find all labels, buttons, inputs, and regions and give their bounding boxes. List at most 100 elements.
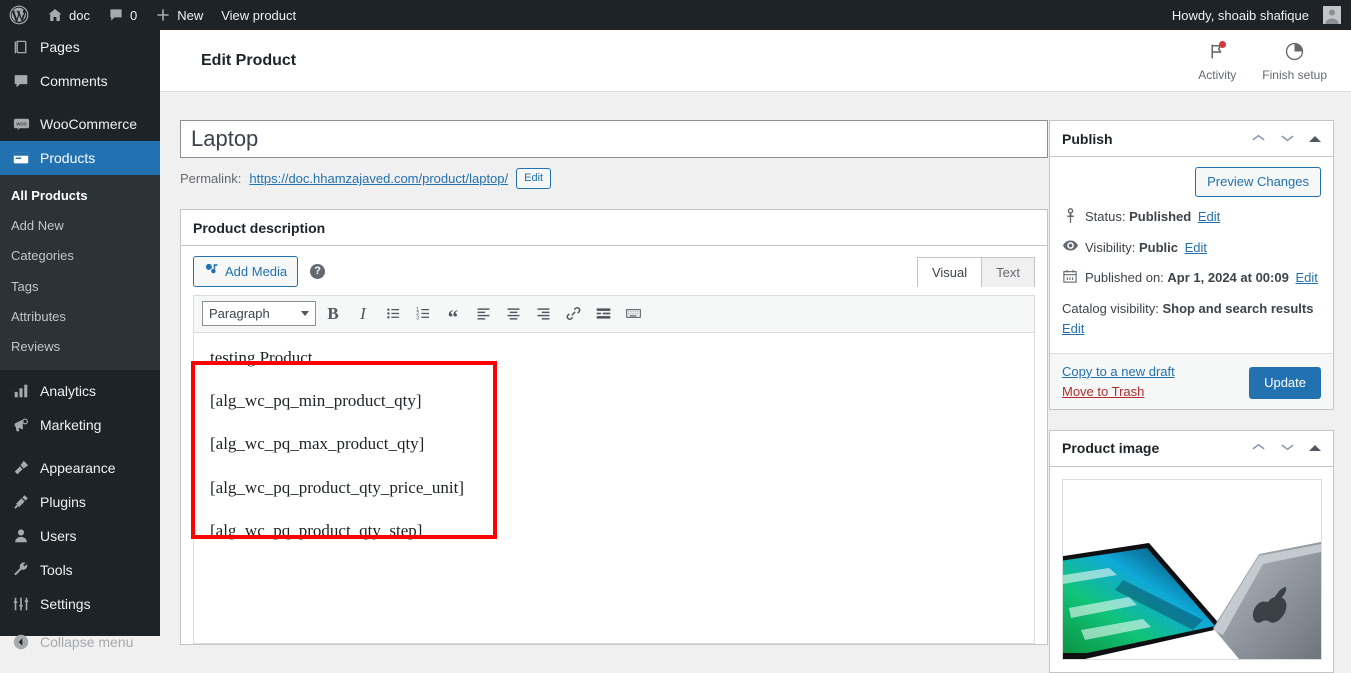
sidebar-item-settings[interactable]: Settings <box>0 587 160 621</box>
primary-column: Laptop Permalink: https://doc.hhamzajave… <box>180 92 1048 645</box>
product-image-thumbnail[interactable] <box>1062 478 1322 660</box>
move-to-trash-link[interactable]: Move to Trash <box>1062 384 1175 399</box>
svg-text:3: 3 <box>416 316 419 322</box>
comments-bubble-menu[interactable]: 0 <box>99 0 146 30</box>
paragraph-format-value: Paragraph <box>209 306 270 322</box>
edit-catalog-visibility-link[interactable]: Edit <box>1062 319 1321 339</box>
sidebar-item-products[interactable]: Products <box>0 141 160 175</box>
tab-text[interactable]: Text <box>981 257 1035 288</box>
add-media-label: Add Media <box>225 263 288 279</box>
product-description-header: Product description <box>181 210 1047 247</box>
sidebar-item-reviews[interactable]: Reviews <box>0 332 160 362</box>
sidebar-item-all-products[interactable]: All Products <box>0 181 160 211</box>
sidebar-item-comments[interactable]: Comments <box>0 64 160 98</box>
chevron-down-icon <box>301 311 309 317</box>
product-title-value: Laptop <box>191 126 259 151</box>
site-name-menu[interactable]: doc <box>38 0 99 30</box>
sidebar-item-label: Settings <box>40 596 91 613</box>
move-down-icon[interactable] <box>1280 130 1295 148</box>
bulleted-list-button[interactable] <box>380 301 406 327</box>
help-question-icon[interactable]: ? <box>310 263 326 279</box>
sidebar-item-attributes[interactable]: Attributes <box>0 302 160 332</box>
move-down-icon[interactable] <box>1280 439 1295 457</box>
sidebar-item-label: Appearance <box>40 460 116 477</box>
collapse-menu-button[interactable]: Collapse menu <box>0 625 160 659</box>
sidebar-item-label: Users <box>40 528 77 545</box>
move-up-icon[interactable] <box>1251 439 1266 457</box>
sidebar-item-woocommerce[interactable]: woo WooCommerce <box>0 107 160 141</box>
editor-toolbar: Paragraph B I 123 “ <box>193 294 1035 332</box>
move-up-icon[interactable] <box>1251 130 1266 148</box>
edit-visibility-link[interactable]: Edit <box>1185 240 1207 255</box>
preview-changes-button[interactable]: Preview Changes <box>1195 167 1321 198</box>
pin-icon <box>1062 207 1078 224</box>
activity-badge-dot <box>1219 40 1227 48</box>
permalink-link[interactable]: https://doc.hhamzajaved.com/product/lapt… <box>249 171 508 186</box>
activity-button[interactable]: Activity <box>1198 40 1236 82</box>
add-media-button[interactable]: Add Media <box>193 256 299 287</box>
align-left-button[interactable] <box>470 301 496 327</box>
sidebar-item-appearance[interactable]: Appearance <box>0 451 160 485</box>
activity-label: Activity <box>1198 67 1237 82</box>
toggle-panel-icon[interactable] <box>1309 135 1321 142</box>
edit-status-link[interactable]: Edit <box>1198 209 1220 224</box>
view-product-label: View product <box>221 7 297 23</box>
sidebar-item-categories[interactable]: Categories <box>0 241 160 271</box>
comment-bubble-icon <box>108 7 124 23</box>
view-product-link[interactable]: View product <box>212 0 305 30</box>
edit-permalink-button[interactable]: Edit <box>516 168 552 190</box>
finish-setup-button[interactable]: Finish setup <box>1262 40 1327 82</box>
align-center-button[interactable] <box>500 301 526 327</box>
edit-published-link[interactable]: Edit <box>1295 270 1317 285</box>
update-button[interactable]: Update <box>1249 366 1321 399</box>
settings-sliders-icon <box>11 594 31 614</box>
editor-paragraph: [alg_wc_pq_product_qty_price_unit] <box>210 477 464 497</box>
product-image-toggles <box>1251 439 1321 457</box>
wordpress-logo-menu[interactable] <box>0 0 38 30</box>
admin-bar: doc 0 New View product Howdy, shoaib sha… <box>0 0 1351 30</box>
appearance-brush-icon <box>11 458 31 478</box>
sidebar-item-users[interactable]: Users <box>0 519 160 553</box>
toolbar-toggle-button[interactable] <box>620 301 646 327</box>
blockquote-button[interactable]: “ <box>440 301 466 327</box>
sidebar-item-label: Comments <box>40 73 108 89</box>
toggle-panel-icon[interactable] <box>1309 445 1321 452</box>
sidebar-item-plugins[interactable]: Plugins <box>0 485 160 519</box>
product-description-box: Product description Add Media ? Visual T… <box>180 209 1048 645</box>
product-description-heading: Product description <box>193 219 326 236</box>
insert-link-button[interactable] <box>560 301 586 327</box>
calendar-icon <box>1062 268 1078 283</box>
status-label: Status: <box>1085 209 1126 225</box>
visibility-label: Visibility: <box>1085 239 1136 255</box>
read-more-button[interactable] <box>590 301 616 327</box>
product-title-field[interactable]: Laptop <box>180 120 1048 158</box>
copy-to-new-draft-link[interactable]: Copy to a new draft <box>1062 364 1175 379</box>
sidebar-item-pages[interactable]: Pages <box>0 30 160 64</box>
editor-media-row: Add Media ? Visual Text <box>193 256 1035 288</box>
sidebar-item-tools[interactable]: Tools <box>0 553 160 587</box>
content-columns: Laptop Permalink: https://doc.hhamzajave… <box>160 92 1351 673</box>
sidebar-item-label: Marketing <box>40 417 102 434</box>
paragraph-format-select[interactable]: Paragraph <box>202 301 316 327</box>
editor-content-area[interactable]: testing Product [alg_wc_pq_min_product_q… <box>193 331 1035 644</box>
sidebar-item-marketing[interactable]: Marketing <box>0 408 160 442</box>
italic-button[interactable]: I <box>350 301 376 327</box>
sidebar-item-label: Plugins <box>40 494 86 511</box>
wordpress-logo-icon <box>9 5 29 25</box>
sidebar-item-analytics[interactable]: Analytics <box>0 374 160 408</box>
preview-row: Preview Changes <box>1062 167 1321 198</box>
tab-visual[interactable]: Visual <box>916 257 983 288</box>
sidebar-item-tags[interactable]: Tags <box>0 272 160 302</box>
sidebar-item-add-new[interactable]: Add New <box>0 211 160 241</box>
bold-button[interactable]: B <box>320 301 346 327</box>
new-content-menu[interactable]: New <box>146 0 212 30</box>
svg-text:woo: woo <box>15 121 26 127</box>
align-right-button[interactable] <box>530 301 556 327</box>
collapse-arrow-icon <box>11 632 31 652</box>
status-value: Published <box>1129 209 1192 225</box>
header-actions: Activity Finish setup <box>1198 40 1351 82</box>
sidebar-item-label: Analytics <box>40 383 97 400</box>
numbered-list-button[interactable]: 123 <box>410 301 436 327</box>
my-account-menu[interactable]: Howdy, shoaib shafique <box>1163 0 1341 30</box>
sidebar-separator <box>0 442 160 451</box>
